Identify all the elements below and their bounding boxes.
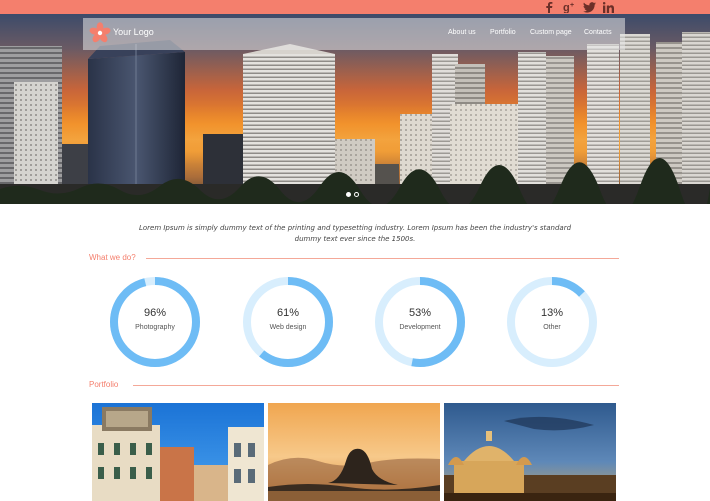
nav-about-us[interactable]: About us	[448, 29, 476, 36]
linkedin-icon[interactable]	[603, 0, 614, 14]
nav-contacts[interactable]: Contacts	[584, 29, 612, 36]
donut-chart	[243, 277, 333, 367]
stat-percent: 53%	[408, 307, 432, 319]
rio-image	[268, 403, 440, 501]
stat-label: Development	[399, 324, 441, 331]
portfolio-item-rio[interactable]	[268, 403, 440, 501]
portfolio-title: Portfolio	[89, 380, 119, 389]
svg-text:+: +	[570, 2, 574, 9]
svg-text:g: g	[563, 2, 570, 13]
church-image	[444, 403, 616, 501]
logo-text[interactable]: Your Logo	[113, 27, 154, 37]
google-plus-icon[interactable]: g +	[563, 0, 577, 14]
stat-label: Photography	[135, 324, 175, 331]
donut-chart	[110, 277, 200, 367]
stat-donut-other: 13% Other	[504, 274, 600, 370]
stat-donut-web-design: 61% Web design	[240, 274, 336, 370]
logo-flower-icon[interactable]	[89, 22, 111, 44]
stat-donut-photography: 96% Photography	[107, 274, 203, 370]
nav-custom-page[interactable]: Custom page	[530, 29, 572, 36]
portfolio-item-church[interactable]	[444, 403, 616, 501]
top-bar: g +	[0, 0, 710, 14]
slider-dot-1[interactable]	[346, 192, 351, 197]
section-divider	[146, 258, 619, 259]
portfolio-item-venice[interactable]	[92, 403, 264, 501]
slider-dots	[346, 192, 359, 197]
nav-portfolio[interactable]: Portfolio	[490, 29, 516, 36]
donut-chart	[507, 277, 597, 367]
what-we-do-title: What we do?	[89, 253, 136, 262]
slider-dot-2[interactable]	[354, 192, 359, 197]
section-divider	[133, 385, 619, 386]
stat-percent: 96%	[143, 307, 167, 319]
facebook-icon[interactable]	[545, 0, 553, 14]
twitter-icon[interactable]	[583, 0, 596, 14]
stat-label: Web design	[269, 324, 307, 331]
stat-percent: 61%	[276, 307, 300, 319]
main-navbar: Your Logo About us Portfolio Custom page…	[83, 18, 625, 50]
donut-chart	[375, 277, 465, 367]
stat-label: Other	[543, 324, 561, 331]
stat-percent: 13%	[540, 307, 564, 319]
venice-image	[92, 403, 264, 501]
intro-text: Lorem Ipsum is simply dummy text of the …	[138, 224, 572, 243]
stat-donut-development: 53% Development	[372, 274, 468, 370]
